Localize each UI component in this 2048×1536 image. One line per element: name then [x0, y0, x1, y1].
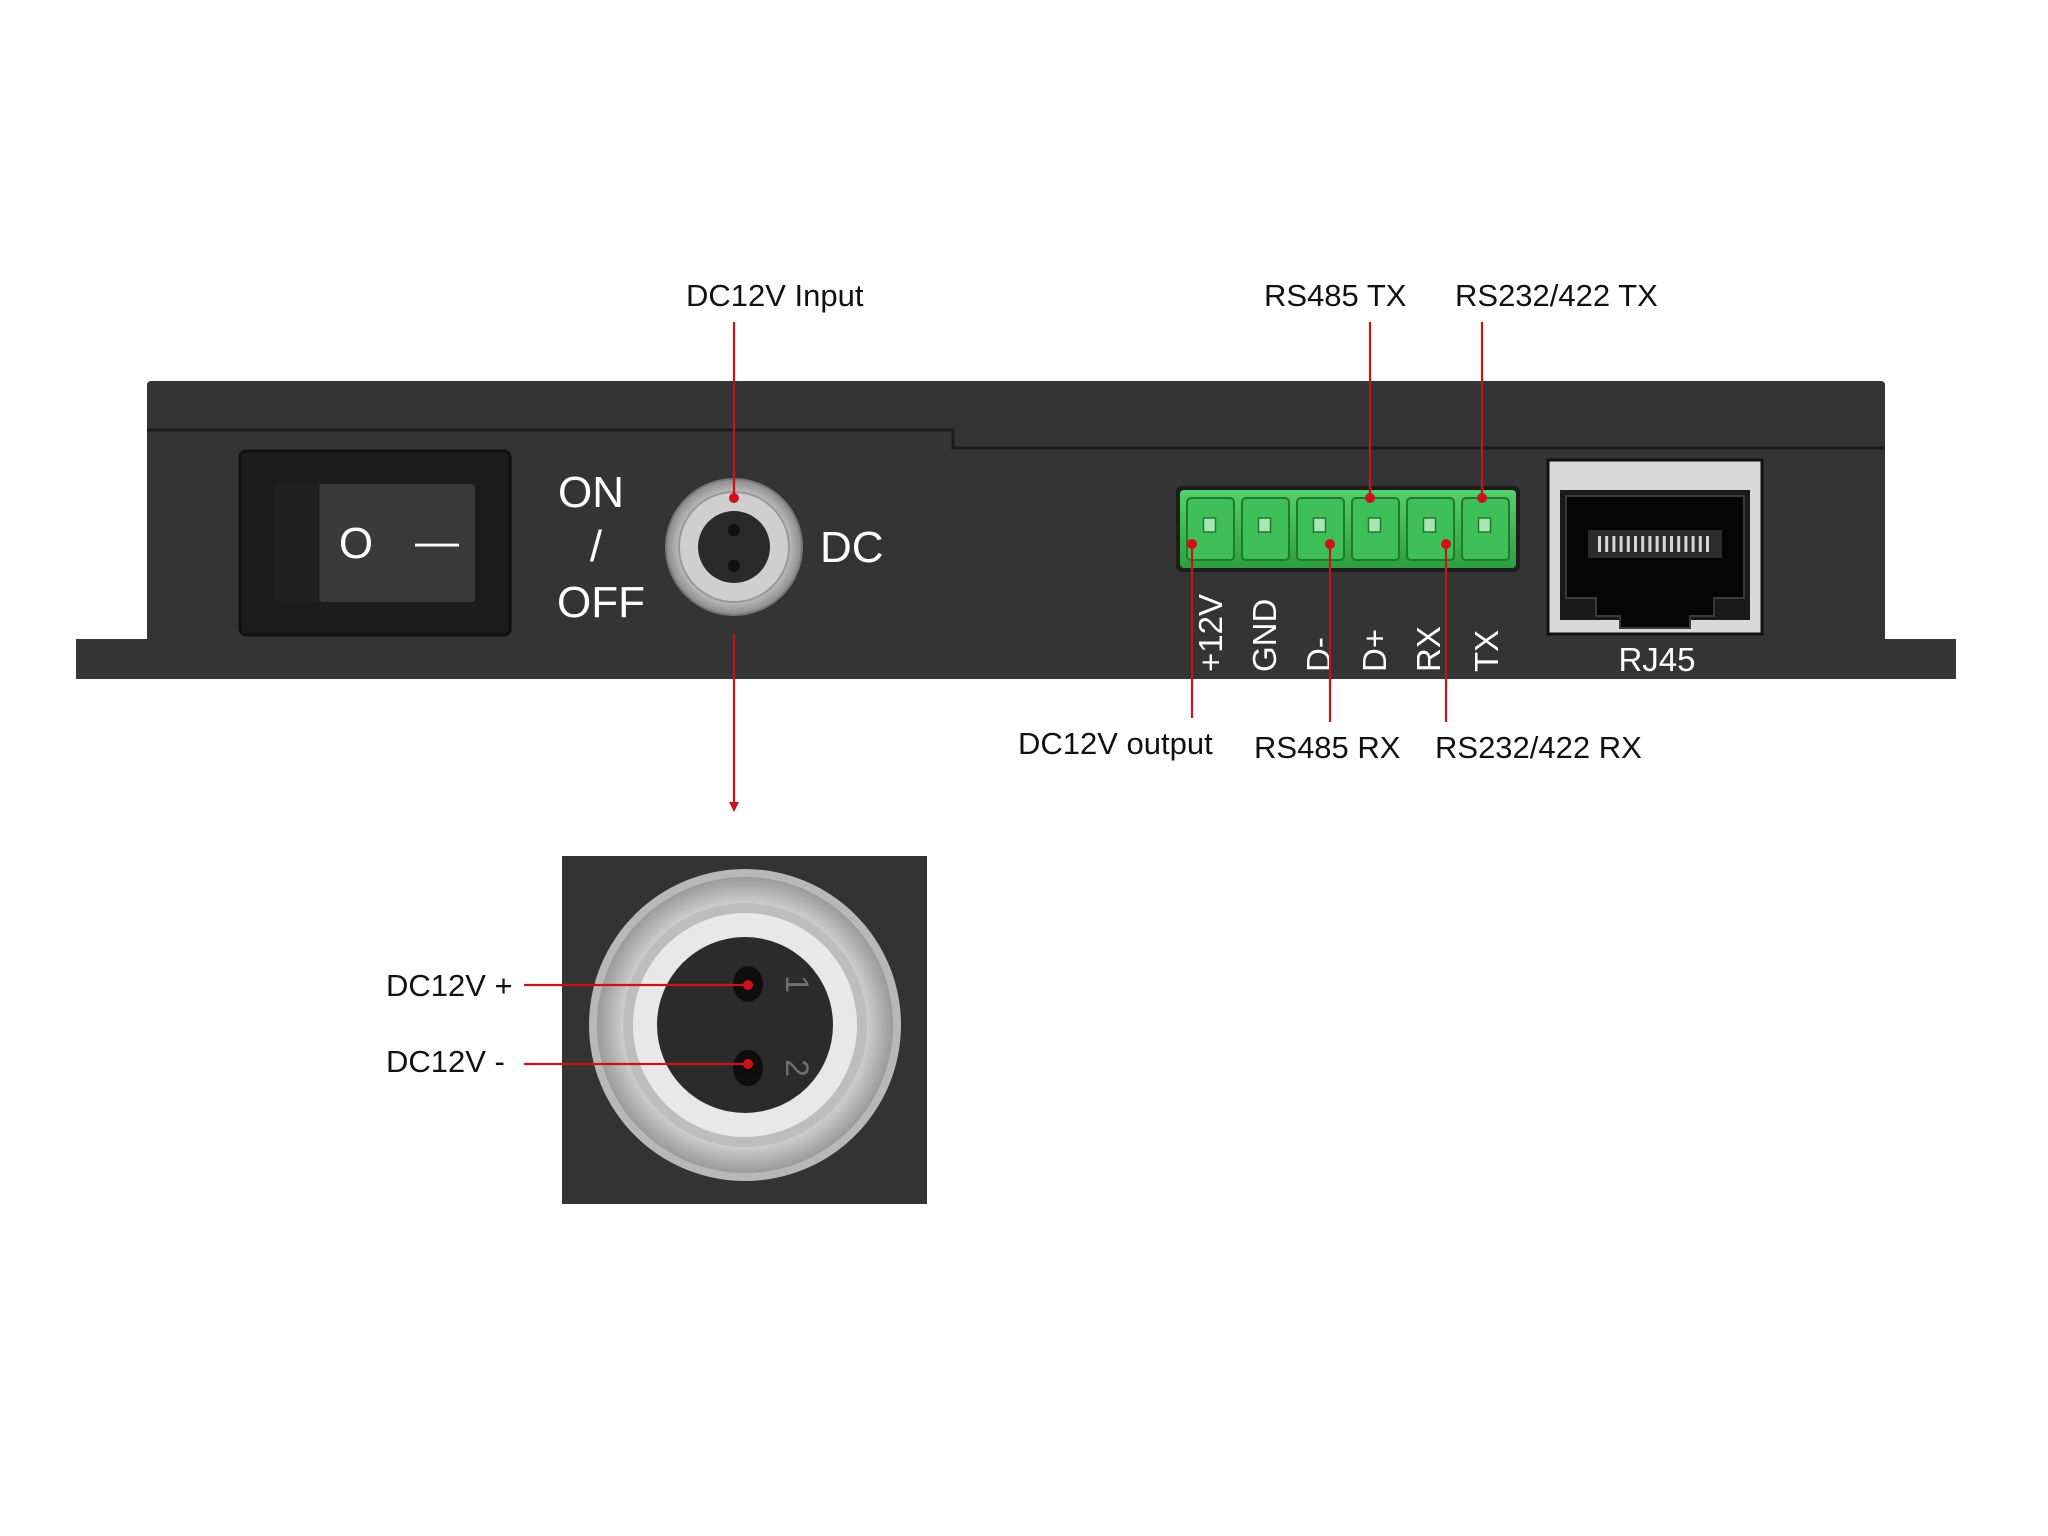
- leader-dot-rs485-tx: [1365, 493, 1375, 503]
- pin-label-d-minus: D-: [1300, 637, 1337, 672]
- rj45-contact: [1677, 536, 1681, 552]
- leader-dot-dc-minus: [743, 1059, 753, 1069]
- zoom-arrow-head: [729, 802, 739, 812]
- pin-label-rx: RX: [1410, 626, 1447, 672]
- callout-rs485-rx: RS485 RX: [1254, 730, 1401, 765]
- rj45-contact: [1612, 536, 1616, 552]
- rj45-contact: [1641, 536, 1645, 552]
- pin-label-gnd: GND: [1246, 599, 1283, 672]
- switch-off-mark: O: [339, 519, 373, 568]
- callout-dc-input: DC12V Input: [686, 278, 864, 313]
- callout-rs232-422-tx: RS232/422 TX: [1455, 278, 1658, 313]
- pin-label-d-plus: D+: [1356, 629, 1393, 672]
- off-label: OFF: [557, 578, 645, 627]
- leader-dot-rs232-422-rx: [1441, 539, 1451, 549]
- jack-pin-number-1: 1: [779, 975, 815, 993]
- dc-label: DC: [820, 523, 884, 572]
- leader-dot-dc-plus: [743, 980, 753, 990]
- leader-dot-dc-input: [729, 493, 739, 503]
- rj45-contact: [1605, 536, 1609, 552]
- terminal-screw-hole: [1477, 517, 1492, 533]
- callout-dc-plus: DC12V +: [386, 968, 513, 1003]
- leader-dot-dc-output: [1187, 539, 1197, 549]
- terminal-screw-hole: [1367, 517, 1382, 533]
- terminal-screw-hole: [1312, 517, 1327, 533]
- callout-rs485-tx: RS485 TX: [1264, 278, 1407, 313]
- rj45-contact: [1648, 536, 1652, 552]
- rj45-contact: [1655, 536, 1659, 552]
- rj45-contact: [1634, 536, 1637, 552]
- terminal-screw-hole: [1202, 517, 1217, 533]
- rj45-label: RJ45: [1618, 641, 1695, 678]
- rj45-contact: [1662, 536, 1666, 552]
- pin-label-tx: TX: [1468, 630, 1505, 672]
- rocker-switch-icon[interactable]: O —: [238, 449, 512, 637]
- terminal-screw-hole: [1257, 517, 1272, 533]
- rj45-contact: [1670, 536, 1673, 552]
- slash-label: /: [590, 522, 603, 571]
- device-diagram: O — ON / OFF DC +12V GND D- D+ RX TX RJ4…: [76, 278, 1956, 1204]
- rj45-port-icon[interactable]: [1546, 458, 1764, 636]
- rj45-contact: [1684, 536, 1688, 552]
- leader-dot-rs232-422-tx: [1477, 493, 1487, 503]
- rj45-contact: [1698, 536, 1702, 552]
- rj45-contact: [1626, 536, 1630, 552]
- rj45-contact: [1598, 536, 1601, 552]
- pin-label-12v: +12V: [1192, 594, 1229, 672]
- switch-on-mark: —: [415, 517, 459, 566]
- callout-dc-output: DC12V output: [1018, 726, 1213, 761]
- on-label: ON: [558, 468, 624, 517]
- dc-jack-zoom-inset: 1 2: [562, 856, 927, 1204]
- rj45-contact: [1706, 536, 1709, 552]
- jack-pin-number-2: 2: [779, 1059, 815, 1077]
- terminal-block-icon: [1176, 486, 1520, 572]
- rj45-contact: [1619, 536, 1623, 552]
- callout-rs232-422-rx: RS232/422 RX: [1435, 730, 1642, 765]
- leader-dot-rs485-rx: [1325, 539, 1335, 549]
- terminal-screw-hole: [1422, 517, 1437, 533]
- callout-dc-minus: DC12V -: [386, 1044, 505, 1079]
- rj45-contact: [1691, 536, 1695, 552]
